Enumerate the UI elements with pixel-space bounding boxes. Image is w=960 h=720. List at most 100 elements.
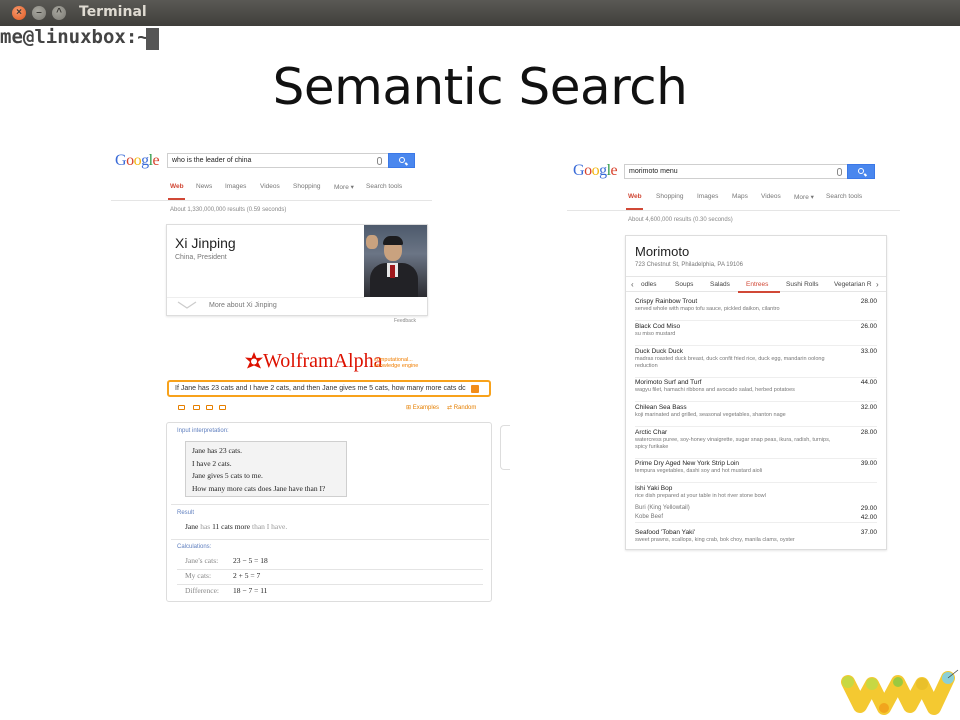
search-icon	[858, 168, 864, 174]
wolfram-alpha-logo[interactable]: WolframAlpha	[263, 350, 382, 373]
calc-row: Jane's cats: 23 − 5 = 18	[185, 556, 268, 565]
more-about-link[interactable]: More about Xi Jinping	[209, 302, 277, 309]
restaurant-card: Morimoto 723 Chestnut St, Philadelphia, …	[625, 235, 887, 550]
active-menu-tab-underline	[738, 291, 780, 293]
calc-divider	[177, 584, 483, 585]
google-results-morimoto: Google morimoto menu Web Shopping Images…	[567, 160, 900, 550]
tab-shopping[interactable]: Shopping	[656, 193, 683, 200]
tab-videos[interactable]: Videos	[761, 193, 781, 200]
menu-item[interactable]: Morimoto Surf and Turf wagyu filet, hama…	[635, 379, 877, 402]
keyboard-icon[interactable]	[178, 405, 185, 410]
restaurant-address: 723 Chestnut St, Philadelphia, PA 19106	[635, 262, 743, 268]
menu-item[interactable]: Black Cod Miso su miso mustard 26.00	[635, 323, 877, 346]
menu-tab-soups[interactable]: Soups	[675, 281, 693, 288]
wolfram-star-icon	[245, 352, 263, 369]
search-query-text: who is the leader of china	[172, 157, 252, 164]
google-logo[interactable]: Google	[115, 152, 160, 170]
grid-icon[interactable]	[206, 405, 213, 410]
pod-divider	[171, 504, 489, 505]
tab-maps[interactable]: Maps	[732, 193, 748, 200]
menu-tab-sushi-rolls[interactable]: Sushi Rolls	[786, 281, 819, 288]
tabs-divider	[111, 200, 432, 201]
terminal-cursor	[146, 28, 159, 50]
search-icon	[399, 157, 405, 163]
results-stats: About 1,330,000,000 results (0.59 second…	[170, 207, 287, 213]
window-title: Terminal	[79, 4, 147, 20]
wolfram-tagline: computational... knowledge engine	[374, 357, 419, 369]
wolfram-query-input[interactable]: If Jane has 23 cats and I have 2 cats, a…	[167, 380, 491, 397]
wolfram-results-pod: Input interpretation: Jane has 23 cats. …	[166, 422, 492, 602]
search-input[interactable]: morimoto menu	[624, 164, 849, 179]
google-logo[interactable]: Google	[573, 162, 618, 180]
upload-icon[interactable]	[219, 405, 226, 410]
menu-tab-salads[interactable]: Salads	[710, 281, 730, 288]
menu-tab-entrees[interactable]: Entrees	[746, 281, 768, 288]
input-interpretation-box: Jane has 23 cats. I have 2 cats. Jane gi…	[185, 441, 347, 497]
entity-name[interactable]: Xi Jinping	[175, 235, 236, 251]
tab-more[interactable]: More ▾	[334, 183, 354, 191]
menu-subitem-name: Kobe Beef	[635, 514, 664, 520]
chevron-right-icon[interactable]: ›	[876, 280, 879, 289]
pod-divider	[171, 539, 489, 540]
menu-item[interactable]: Duck Duck Duck madras roasted duck breas…	[635, 348, 877, 378]
menu-subitem-price: 42.00	[860, 514, 877, 521]
tab-news[interactable]: News	[196, 183, 212, 190]
restaurant-name[interactable]: Morimoto	[635, 244, 689, 259]
tab-web[interactable]: Web	[170, 183, 184, 190]
menu-item[interactable]: Seafood 'Toban Yaki' sweet prawns, scall…	[635, 529, 877, 549]
google-results-leader: Google who is the leader of china Web Ne…	[111, 150, 432, 330]
camera-icon[interactable]	[193, 405, 200, 410]
tabs-divider	[567, 210, 900, 211]
calc-row: My cats: 2 + 5 = 7	[185, 571, 261, 580]
result-label: Result	[177, 510, 195, 516]
entity-photo[interactable]	[364, 225, 427, 297]
search-query-text: morimoto menu	[629, 168, 678, 175]
tab-shopping[interactable]: Shopping	[293, 183, 320, 190]
result-value: Jane has 11 cats more than I have.	[185, 522, 288, 531]
menu-item[interactable]: Prime Dry Aged New York Strip Loin tempu…	[635, 460, 877, 483]
input-interpretation-label: Input interpretation:	[177, 428, 229, 434]
terminal-titlebar: × – ^ Terminal	[0, 0, 960, 26]
tab-search-tools[interactable]: Search tools	[366, 183, 402, 190]
tab-search-tools[interactable]: Search tools	[826, 193, 862, 200]
menu-item[interactable]: Chilean Sea Bass koji marinated and gril…	[635, 404, 877, 427]
slide-title: Semantic Search	[272, 58, 688, 116]
examples-link[interactable]: ⊞ Examples	[406, 404, 439, 411]
tab-images[interactable]: Images	[225, 183, 246, 190]
tab-videos[interactable]: Videos	[260, 183, 280, 190]
menu-item[interactable]: Arctic Char watercress puree, soy-honey …	[635, 429, 877, 459]
card-divider	[167, 297, 365, 298]
search-button[interactable]	[388, 153, 415, 168]
menu-tabs: ‹ odles Soups Salads Entrees Sushi Rolls…	[626, 276, 886, 293]
random-link[interactable]: ⇄ Random	[447, 404, 476, 411]
calc-divider	[177, 569, 483, 570]
wolfram-alpha-panel: WolframAlpha computational... knowledge e…	[160, 345, 510, 602]
wolfram-submit-button[interactable]	[471, 385, 479, 393]
minimize-window-icon[interactable]: –	[32, 6, 46, 20]
tab-web[interactable]: Web	[628, 193, 642, 200]
results-stats: About 4,600,000 results (0.30 seconds)	[628, 217, 733, 223]
terminal-prompt: me@linuxbox:~	[0, 26, 149, 48]
presentation-logo-icon	[841, 669, 959, 715]
menu-item[interactable]: Crispy Rainbow Trout served whole with m…	[635, 298, 877, 321]
feedback-link[interactable]: Feedback	[394, 318, 416, 324]
tab-more[interactable]: More ▾	[794, 193, 814, 201]
menu-tab-vegetarian[interactable]: Vegetarian R	[834, 281, 872, 288]
menu-item[interactable]: Ishi Yaki Bop rice dish prepared at your…	[635, 485, 877, 523]
search-input[interactable]: who is the leader of china	[167, 153, 389, 168]
microphone-icon[interactable]	[377, 157, 382, 165]
maximize-window-icon[interactable]: ^	[52, 6, 66, 20]
calculations-label: Calculations:	[177, 544, 212, 550]
search-button[interactable]	[847, 164, 875, 179]
tab-images[interactable]: Images	[697, 193, 718, 200]
menu-subitem-name: Buri (King Yellowtail)	[635, 505, 690, 511]
side-panel-edge	[500, 425, 510, 470]
menu-tab-noodles[interactable]: odles	[641, 281, 657, 288]
close-window-icon[interactable]: ×	[12, 6, 26, 20]
knowledge-card: Xi Jinping China, President More about X…	[166, 224, 428, 316]
entity-description: China, President	[175, 254, 227, 261]
chevron-left-icon[interactable]: ‹	[631, 280, 634, 289]
menu-subitem-price: 29.00	[860, 505, 877, 512]
chevron-down-icon[interactable]	[177, 301, 197, 309]
microphone-icon[interactable]	[837, 168, 842, 176]
